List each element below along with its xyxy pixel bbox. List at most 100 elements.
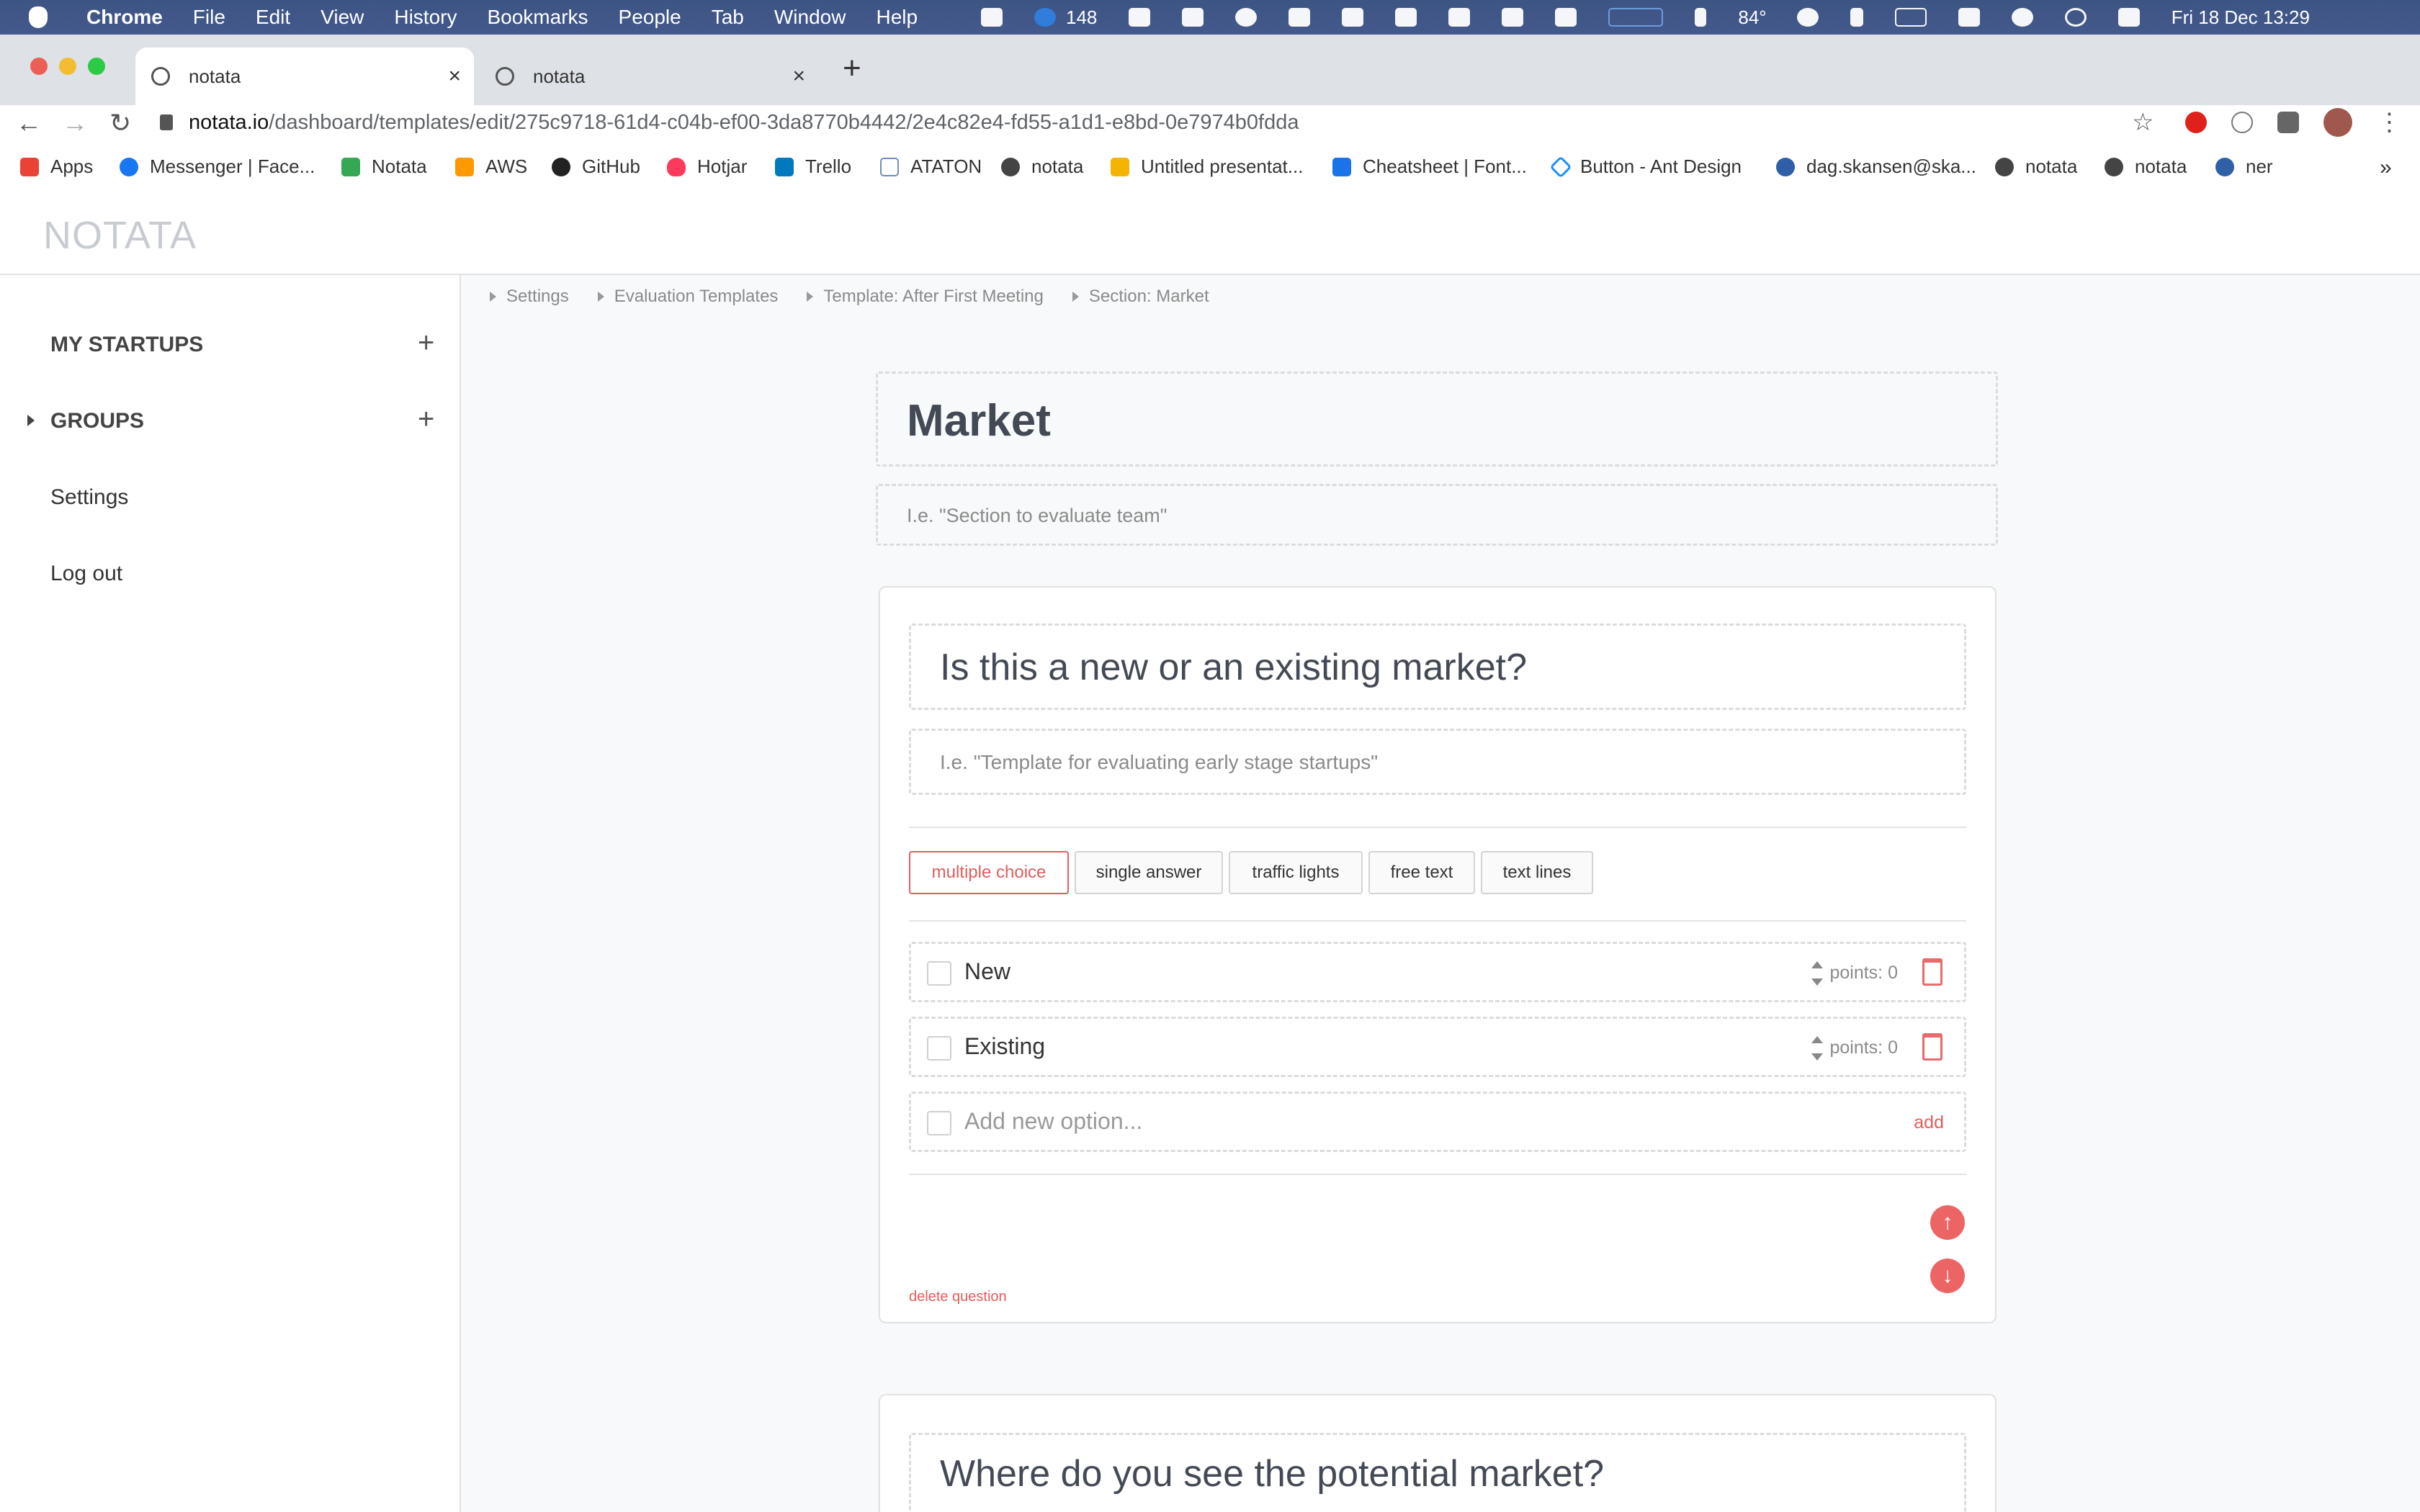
section-title-input[interactable]: Market: [876, 372, 1998, 467]
menu-tab[interactable]: Tab: [712, 6, 744, 29]
reload-button[interactable]: ↻: [109, 108, 131, 138]
menu-app-name[interactable]: Chrome: [86, 6, 163, 29]
option-label[interactable]: Existing: [964, 1033, 1045, 1060]
cloud-upload-icon[interactable]: [1129, 8, 1151, 27]
cloud-sync-icon[interactable]: [1289, 8, 1311, 27]
menu-file[interactable]: File: [193, 6, 225, 29]
points-value[interactable]: 0: [1888, 963, 1898, 983]
move-down-arrow-icon[interactable]: ↓: [1930, 1259, 1965, 1293]
control-center-icon[interactable]: [2118, 8, 2140, 27]
sidebar-item-groups[interactable]: GROUPS: [50, 409, 144, 433]
profile-avatar[interactable]: [2323, 108, 2353, 137]
kebab-menu-icon[interactable]: ⋮: [2377, 108, 2401, 137]
spotlight-search-icon[interactable]: [2064, 8, 2087, 27]
lock-icon[interactable]: [160, 114, 173, 130]
option-checkbox[interactable]: [927, 1036, 951, 1061]
user-account-icon[interactable]: [2011, 8, 2033, 27]
menu-view[interactable]: View: [321, 6, 364, 29]
play-icon[interactable]: [1796, 8, 1819, 27]
question-description-input[interactable]: I.e. "Template for evaluating early stag…: [909, 729, 1966, 795]
equalizer-icon[interactable]: [1342, 8, 1364, 27]
sidebar-item-logout[interactable]: Log out: [50, 562, 122, 586]
puzzle-icon[interactable]: [2277, 112, 2300, 133]
bookmark-notata-2[interactable]: notata: [1001, 156, 1083, 178]
bookmark-notata-3[interactable]: notata: [1995, 156, 2077, 178]
menu-edit[interactable]: Edit: [256, 6, 290, 29]
type-free-text-button[interactable]: free text: [1368, 851, 1475, 894]
bookmark-app-icon[interactable]: [1555, 8, 1577, 27]
tab-notata[interactable]: notata ×: [480, 48, 818, 105]
dropbox-icon[interactable]: [981, 8, 1003, 27]
points-stepper-icon[interactable]: [1811, 961, 1823, 986]
apple-icon[interactable]: [29, 6, 48, 28]
star-icon[interactable]: ☆: [2132, 108, 2154, 137]
question-title-input[interactable]: Is this a new or an existing market?: [909, 624, 1966, 710]
battery-icon[interactable]: [1894, 8, 1927, 27]
bookmark-ner[interactable]: ner: [2215, 156, 2273, 178]
cloud-upload-icon-2[interactable]: [1182, 8, 1204, 27]
sidebar-item-settings[interactable]: Settings: [50, 485, 128, 510]
type-multiple-choice-button[interactable]: multiple choice: [909, 851, 1069, 894]
back-button[interactable]: ←: [16, 108, 42, 138]
close-tab-icon[interactable]: ×: [792, 64, 805, 89]
move-up-arrow-icon[interactable]: ↑: [1930, 1205, 1965, 1240]
bookmark-untitled-presentation[interactable]: Untitled presentat...: [1111, 156, 1303, 178]
add-startup-plus-icon[interactable]: +: [418, 327, 434, 359]
brain-icon[interactable]: [1448, 8, 1471, 27]
forward-button[interactable]: →: [62, 108, 88, 138]
add-option-button[interactable]: add: [1914, 1112, 1944, 1133]
new-tab-button[interactable]: +: [843, 50, 861, 86]
window-minimize-button[interactable]: [59, 58, 76, 75]
breadcrumb-item-evaluation-templates[interactable]: Evaluation Templates: [597, 287, 778, 307]
new-option-input[interactable]: Add new option...: [964, 1108, 1142, 1135]
memory-graph-icon[interactable]: [1695, 8, 1707, 27]
menu-window[interactable]: Window: [774, 6, 846, 29]
breadcrumb-item-settings[interactable]: Settings: [490, 287, 569, 307]
trash-icon[interactable]: [1922, 958, 1942, 986]
points-value[interactable]: 0: [1888, 1038, 1898, 1058]
bookmark-aws[interactable]: AWS: [455, 156, 527, 178]
bookmark-trello[interactable]: Trello: [775, 156, 851, 178]
window-zoom-button[interactable]: [88, 58, 105, 75]
adblock-icon[interactable]: [2185, 112, 2208, 133]
bookmark-cheatsheet[interactable]: Cheatsheet | Font...: [1332, 156, 1527, 178]
type-traffic-lights-button[interactable]: traffic lights: [1229, 851, 1363, 894]
points-stepper-icon[interactable]: [1811, 1036, 1823, 1061]
bookmark-apps[interactable]: Apps: [20, 156, 93, 178]
type-text-lines-button[interactable]: text lines: [1481, 851, 1593, 894]
clock[interactable]: Fri 18 Dec 13:29: [2172, 6, 2310, 29]
bookmark-hotjar[interactable]: Hotjar: [667, 156, 747, 178]
bookmark-ataton[interactable]: ATATON: [880, 156, 982, 178]
password-manager-icon[interactable]: [1235, 8, 1258, 27]
close-tab-icon[interactable]: ×: [448, 64, 461, 89]
notification-icon[interactable]: [1034, 8, 1056, 27]
menu-bookmarks[interactable]: Bookmarks: [487, 6, 588, 29]
bookmark-ant-design[interactable]: Button - Ant Design: [1549, 155, 1742, 179]
section-description-input[interactable]: I.e. "Section to evaluate team": [876, 484, 1998, 546]
window-close-button[interactable]: [30, 58, 48, 75]
delete-question-button[interactable]: delete question: [909, 1289, 1007, 1305]
weather-cloud-icon[interactable]: [1395, 8, 1417, 27]
option-checkbox[interactable]: [927, 961, 951, 986]
menu-help[interactable]: Help: [876, 6, 918, 29]
breadcrumb-item-template[interactable]: Template: After First Meeting: [807, 287, 1044, 307]
bookmark-email[interactable]: dag.skansen@ska...: [1776, 156, 1976, 178]
caret-right-icon[interactable]: [27, 415, 35, 426]
grid-icon[interactable]: [1502, 8, 1524, 27]
wifi-icon[interactable]: [1958, 8, 1980, 27]
breadcrumb-item-section[interactable]: Section: Market: [1072, 287, 1209, 307]
app-logo[interactable]: NOTATA: [43, 213, 197, 258]
bookmark-notata-4[interactable]: notata: [2105, 156, 2187, 178]
sidebar-item-my-startups[interactable]: MY STARTUPS: [50, 333, 203, 357]
menu-people[interactable]: People: [619, 6, 681, 29]
extension-a-icon[interactable]: [2231, 112, 2254, 133]
option-label[interactable]: New: [964, 958, 1010, 985]
bookmark-github[interactable]: GitHub: [552, 156, 640, 178]
cpu-graph-icon[interactable]: [1608, 8, 1664, 27]
bookmarks-overflow-chevron-icon[interactable]: »: [2380, 156, 2392, 180]
bookmark-messenger[interactable]: Messenger | Face...: [120, 156, 315, 178]
menu-history[interactable]: History: [394, 6, 457, 29]
address-bar[interactable]: notata.io/dashboard/templates/edit/275c9…: [160, 108, 2177, 137]
question-title-input[interactable]: Where do you see the potential market?: [909, 1433, 1966, 1512]
tab-notata-active[interactable]: notata ×: [135, 48, 474, 105]
